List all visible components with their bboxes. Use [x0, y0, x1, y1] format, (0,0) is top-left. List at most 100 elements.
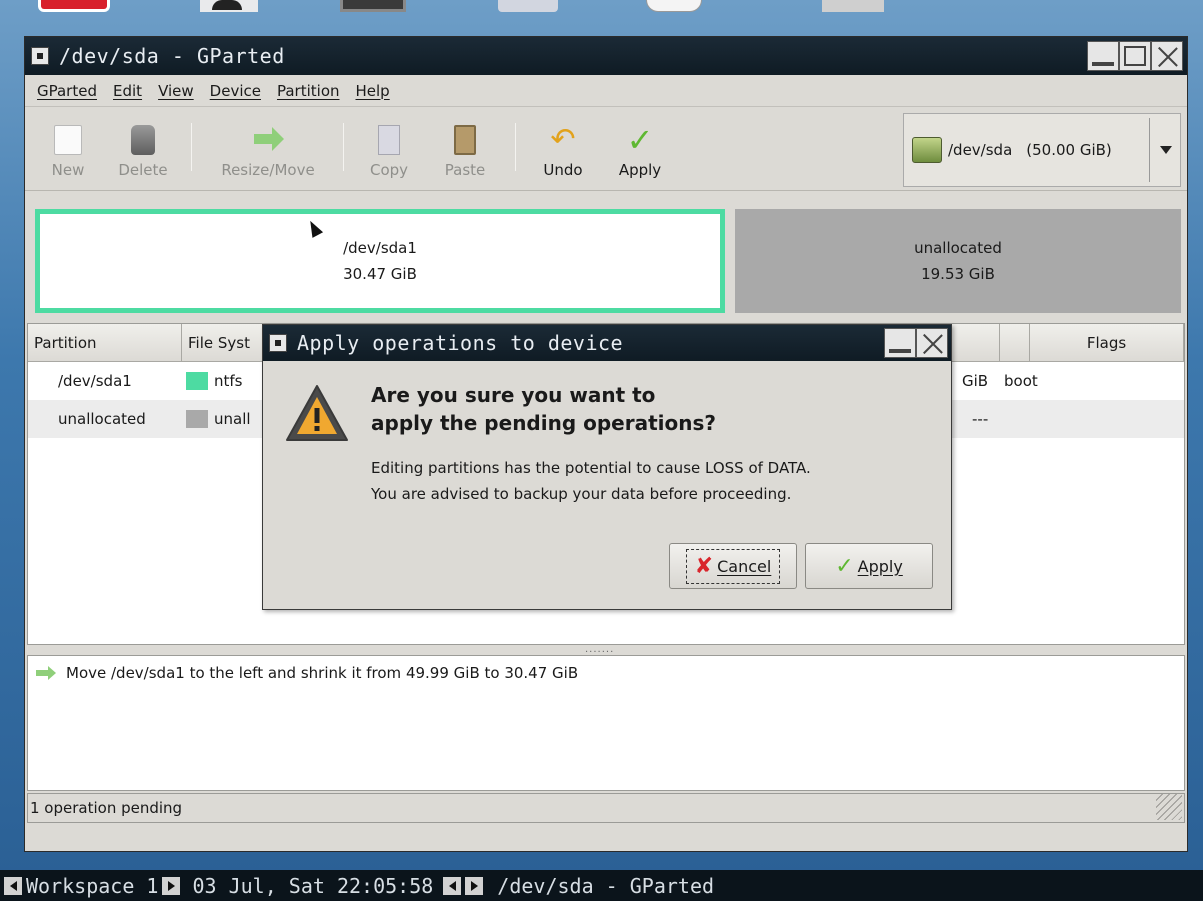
- row-filesystem-label: unall: [214, 409, 251, 428]
- dialog-message-line: Editing partitions has the potential to …: [371, 459, 811, 477]
- hard-disk-icon: [912, 137, 942, 163]
- row-flags: boot: [1004, 372, 1038, 390]
- resize-move-label: Resize/Move: [221, 161, 315, 179]
- column-header-size[interactable]: [1000, 324, 1030, 361]
- dialog-heading-line: apply the pending operations?: [371, 411, 716, 435]
- dialog-titlebar[interactable]: Apply operations to device: [263, 325, 951, 361]
- clock: 03 Jul, Sat 22:05:58: [192, 873, 434, 898]
- desktop-icon-user-head: [212, 0, 242, 10]
- window-title: /dev/sda - GParted: [59, 44, 285, 68]
- undo-arrow-icon: ↶: [550, 122, 576, 157]
- row-filesystem: ntfs: [186, 372, 242, 391]
- menu-help[interactable]: Help: [356, 82, 390, 100]
- task-next-icon[interactable]: [465, 876, 484, 895]
- column-header-partition[interactable]: Partition: [28, 324, 182, 361]
- menu-device[interactable]: Device: [210, 82, 261, 100]
- window-menu-icon[interactable]: [31, 47, 49, 65]
- checkmark-icon: ✓: [835, 553, 854, 579]
- partition-block-name: unallocated: [914, 239, 1002, 257]
- copy-button[interactable]: Copy: [361, 117, 417, 179]
- toolbar: New Delete Resize/Move Copy Paste ↶ Undo…: [25, 107, 1187, 191]
- clipboard-icon: [454, 125, 476, 155]
- close-button[interactable]: [1151, 41, 1183, 71]
- dialog-message: Editing partitions has the potential to …: [371, 455, 811, 507]
- new-label: New: [51, 161, 85, 179]
- status-bar: 1 operation pending: [27, 793, 1185, 823]
- partition-block-size: 19.53 GiB: [921, 265, 995, 283]
- cancel-x-icon: ✘: [694, 553, 714, 579]
- taskbar-task[interactable]: /dev/sda - GParted: [497, 874, 714, 898]
- menu-gparted[interactable]: GParted: [37, 82, 97, 100]
- row-partition: /dev/sda1: [58, 372, 132, 390]
- new-button[interactable]: New: [43, 117, 93, 179]
- menubar: GParted Edit View Device Partition Help: [25, 75, 1187, 107]
- resize-grip[interactable]: [1156, 794, 1182, 820]
- operation-text: Move /dev/sda1 to the left and shrink it…: [66, 664, 579, 682]
- checkmark-icon: ✓: [626, 121, 654, 159]
- task-prev-icon[interactable]: [443, 876, 462, 895]
- dialog-close-button[interactable]: [916, 328, 948, 358]
- apply-button[interactable]: ✓ Apply: [805, 543, 933, 589]
- apply-label: Apply: [618, 161, 662, 179]
- desktop-icon-red[interactable]: [38, 0, 110, 12]
- desktop-icon-network[interactable]: [498, 0, 558, 12]
- minimize-button[interactable]: [1087, 41, 1119, 71]
- dialog-heading-line: Are you sure you want to: [371, 383, 656, 407]
- device-selector[interactable]: /dev/sda (50.00 GiB): [903, 113, 1181, 187]
- apply-label: Apply: [857, 556, 903, 576]
- chevron-down-icon: [1160, 146, 1172, 154]
- desktop-icon-gray[interactable]: [822, 0, 884, 12]
- row-filesystem: unall: [186, 410, 251, 429]
- paste-button[interactable]: Paste: [433, 117, 497, 179]
- apply-toolbar-button[interactable]: ✓ Apply: [609, 117, 671, 179]
- delete-button[interactable]: Delete: [111, 117, 175, 179]
- trash-icon: [131, 125, 155, 155]
- workspace-label[interactable]: Workspace 1: [26, 874, 158, 898]
- maximize-button[interactable]: [1119, 41, 1151, 71]
- filesystem-color-swatch: [186, 410, 208, 429]
- menu-view[interactable]: View: [158, 82, 194, 100]
- copy-icon: [378, 125, 400, 155]
- window-titlebar[interactable]: /dev/sda - GParted: [25, 37, 1187, 75]
- cancel-button[interactable]: ✘ Cancel: [669, 543, 797, 589]
- desktop-icon-globe[interactable]: [646, 0, 702, 12]
- dialog-title: Apply operations to device: [297, 331, 624, 355]
- dialog-minimize-button[interactable]: [884, 328, 916, 358]
- toolbar-separator: [515, 123, 516, 171]
- warning-icon: [286, 385, 348, 441]
- taskbar: Workspace 1 03 Jul, Sat 22:05:58 /dev/sd…: [0, 870, 1203, 901]
- delete-label: Delete: [118, 161, 168, 179]
- desktop-icon-monitor[interactable]: [340, 0, 406, 12]
- column-header-flags[interactable]: Flags: [1030, 324, 1184, 361]
- row-filesystem-label: ntfs: [214, 371, 243, 390]
- menu-partition[interactable]: Partition: [277, 82, 340, 100]
- row-size: ---: [972, 410, 989, 428]
- resize-arrow-icon: [36, 666, 58, 680]
- operation-item[interactable]: Move /dev/sda1 to the left and shrink it…: [28, 656, 1184, 690]
- workspace-next-icon[interactable]: [162, 876, 181, 895]
- dialog-menu-icon[interactable]: [269, 334, 287, 352]
- dialog-heading: Are you sure you want to apply the pendi…: [371, 381, 716, 437]
- device-size: (50.00 GiB): [1026, 141, 1112, 159]
- partition-map: /dev/sda1 30.47 GiB unallocated 19.53 Gi…: [31, 209, 1181, 313]
- partition-block-unallocated[interactable]: unallocated 19.53 GiB: [735, 209, 1181, 313]
- filesystem-color-swatch: [186, 372, 208, 391]
- partition-block-sda1[interactable]: /dev/sda1 30.47 GiB: [35, 209, 725, 313]
- resize-arrow-icon: [254, 125, 284, 155]
- toolbar-separator: [191, 123, 192, 171]
- device-name: /dev/sda: [948, 141, 1013, 159]
- toolbar-separator: [343, 123, 344, 171]
- new-document-icon: [54, 125, 82, 155]
- undo-button[interactable]: ↶ Undo: [533, 117, 593, 180]
- paste-label: Paste: [444, 161, 486, 179]
- workspace-prev-icon[interactable]: [4, 876, 22, 895]
- dialog-message-line: You are advised to backup your data befo…: [371, 485, 792, 503]
- row-size: GiB: [962, 372, 989, 390]
- copy-label: Copy: [369, 161, 409, 179]
- apply-confirmation-dialog: Apply operations to device Are you sure …: [262, 324, 952, 610]
- undo-label: Undo: [543, 161, 583, 179]
- pending-operations-pane: Move /dev/sda1 to the left and shrink it…: [27, 655, 1185, 791]
- resize-move-button[interactable]: Resize/Move: [207, 117, 329, 179]
- menu-edit[interactable]: Edit: [113, 82, 142, 100]
- row-partition: unallocated: [58, 410, 146, 428]
